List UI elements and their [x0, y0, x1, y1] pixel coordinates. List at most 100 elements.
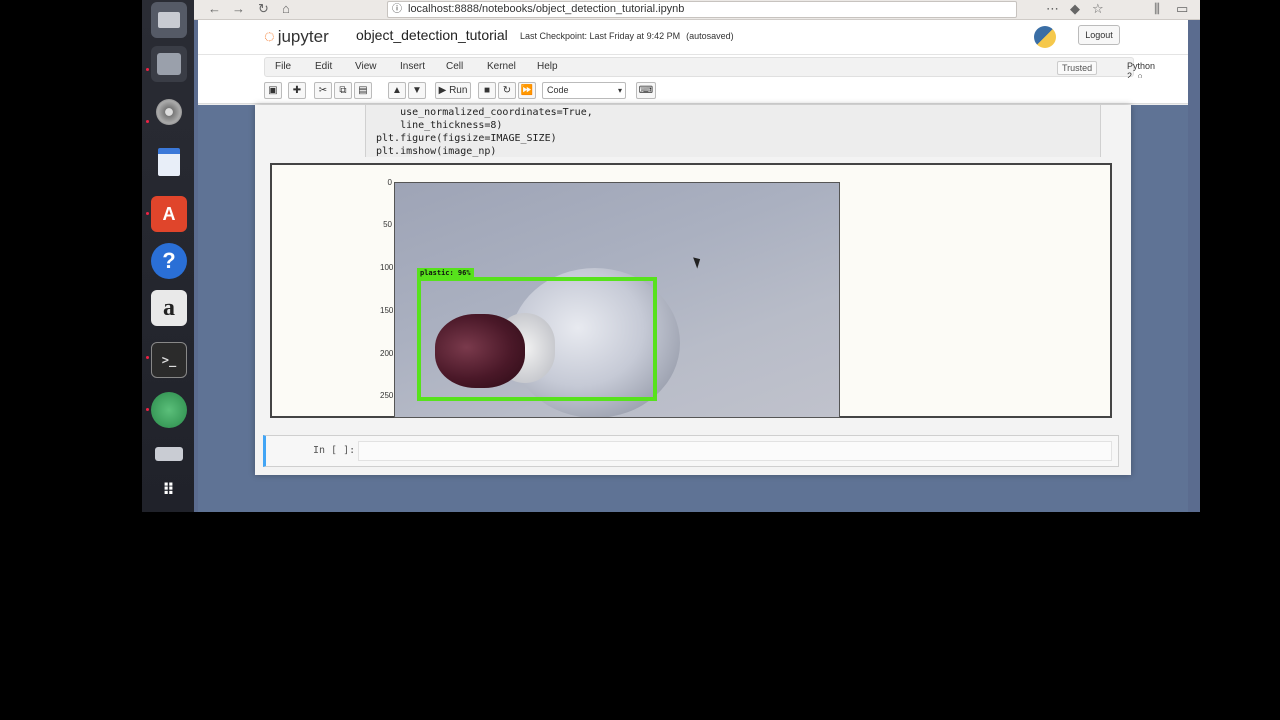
- restart-run-all-button[interactable]: ⏩: [518, 82, 536, 99]
- page-actions-icon[interactable]: ⋯: [1046, 1, 1059, 17]
- apps-grid-icon[interactable]: ⠿: [151, 472, 187, 508]
- menu-insert[interactable]: Insert: [400, 61, 425, 72]
- bookmark-star-icon[interactable]: ☆: [1092, 1, 1104, 17]
- browser-toolbar: ← → ↻ ⌂ ⓘ localhost:8888/notebooks/objec…: [194, 0, 1200, 20]
- detection-bounding-box: [417, 277, 657, 401]
- menubar: File Edit View Insert Cell Kernel Help T…: [198, 54, 1188, 81]
- code-cell[interactable]: use_normalized_coordinates=True, line_th…: [265, 105, 1101, 157]
- run-button[interactable]: ▶︎ Run: [435, 82, 471, 99]
- menubar-inner: File Edit View Insert Cell Kernel Help T…: [264, 57, 1155, 81]
- terminal-icon[interactable]: >_: [151, 342, 187, 378]
- disk-icon[interactable]: [151, 94, 187, 130]
- menu-kernel[interactable]: Kernel: [487, 61, 516, 72]
- files-icon[interactable]: [151, 2, 187, 38]
- detection-plot: 0 50 100 150 200 250 plastic: 96%: [380, 178, 840, 418]
- trusted-badge[interactable]: Trusted: [1057, 61, 1098, 75]
- stop-icon: ■: [483, 85, 491, 96]
- y-tick-label: 250: [380, 391, 394, 400]
- code-line: use_normalized_coordinates=True,: [376, 107, 593, 118]
- jupyter-swirl-icon: ◌: [264, 26, 275, 46]
- jupyter-logo[interactable]: ◌ jupyter: [264, 26, 329, 47]
- y-tick-label: 50: [383, 220, 392, 229]
- y-tick-label: 0: [387, 178, 392, 187]
- active-pip: [146, 68, 149, 71]
- cut-button[interactable]: ✂: [314, 82, 332, 99]
- forward-icon[interactable]: →: [232, 1, 245, 16]
- jupyter-header: ◌ jupyter object_detection_tutorial Last …: [198, 20, 1188, 54]
- notebook-name[interactable]: object_detection_tutorial: [356, 27, 508, 43]
- y-tick-label: 150: [380, 306, 394, 315]
- restart-button[interactable]: ↻: [498, 82, 516, 99]
- run-label: Run: [449, 85, 468, 96]
- autosaved-text: (autosaved): [686, 31, 734, 41]
- document-icon[interactable]: [151, 144, 187, 180]
- run-icon: ▶︎: [438, 85, 447, 96]
- code-editor[interactable]: use_normalized_coordinates=True, line_th…: [365, 105, 1101, 157]
- amazon-icon[interactable]: a: [151, 290, 187, 326]
- paste-icon: ▤: [358, 85, 368, 96]
- jupyter-logo-text: jupyter: [277, 27, 329, 46]
- globe-icon[interactable]: [151, 392, 187, 428]
- info-icon: ⓘ: [392, 4, 402, 15]
- move-down-button[interactable]: ▼: [408, 82, 426, 99]
- save-button[interactable]: ▣: [264, 82, 282, 99]
- menu-file[interactable]: File: [275, 61, 291, 72]
- menu-help[interactable]: Help: [537, 61, 558, 72]
- url-bar[interactable]: ⓘ localhost:8888/notebooks/object_detect…: [387, 1, 1017, 18]
- detection-label: plastic: 96%: [417, 268, 474, 278]
- cell-type-value: Code: [547, 85, 569, 95]
- paste-button[interactable]: ▤: [354, 82, 372, 99]
- empty-input-cell[interactable]: In [ ]:: [263, 435, 1119, 467]
- reload-icon[interactable]: ↻: [258, 1, 269, 17]
- home-icon[interactable]: ⌂: [282, 1, 290, 16]
- y-tick-label: 100: [380, 263, 394, 272]
- fast-forward-icon: ⏩: [520, 85, 534, 96]
- mouse-cursor-icon: [693, 255, 703, 269]
- keyboard-icon: ⌨: [638, 85, 654, 96]
- monitor-screen: A ? a >_ ⠿ ← → ↻ ⌂ ⓘ localhost:8888/note…: [142, 0, 1200, 512]
- sidebar-icon[interactable]: ▭: [1176, 1, 1188, 17]
- active-pip: [146, 408, 149, 411]
- menu-edit[interactable]: Edit: [315, 61, 332, 72]
- cell-type-select[interactable]: Code ▾: [542, 82, 626, 99]
- move-up-button[interactable]: ▲: [388, 82, 406, 99]
- library-icon[interactable]: ⫼: [1154, 1, 1160, 17]
- arrow-down-icon: ▼: [412, 85, 422, 96]
- storage-icon[interactable]: [151, 46, 187, 82]
- output-cell: 0 50 100 150 200 250 plastic: 96%: [270, 163, 1112, 418]
- command-palette-button[interactable]: ⌨: [636, 82, 656, 99]
- restart-icon: ↻: [502, 85, 512, 96]
- active-pip: [146, 212, 149, 215]
- code-line: line_thickness=8): [376, 120, 503, 131]
- checkpoint-status: Last Checkpoint: Last Friday at 9:42 PM (…: [520, 31, 734, 41]
- arrow-up-icon: ▲: [392, 85, 402, 96]
- menu-cell[interactable]: Cell: [446, 61, 463, 72]
- software-center-icon[interactable]: A: [151, 196, 187, 232]
- notebook-area: use_normalized_coordinates=True, line_th…: [198, 105, 1188, 512]
- help-icon[interactable]: ?: [151, 243, 187, 279]
- pocket-icon[interactable]: ◆: [1070, 1, 1080, 17]
- detection-image: plastic: 96%: [394, 182, 840, 418]
- jupyter-page: ◌ jupyter object_detection_tutorial Last …: [198, 20, 1188, 512]
- checkpoint-text: Last Checkpoint: Last Friday at 9:42 PM: [520, 31, 681, 41]
- copy-button[interactable]: ⧉: [334, 82, 352, 99]
- insert-cell-button[interactable]: ✚: [288, 82, 306, 99]
- copy-icon: ⧉: [339, 85, 347, 96]
- interrupt-button[interactable]: ■: [478, 82, 496, 99]
- back-icon[interactable]: ←: [208, 1, 221, 16]
- active-pip: [146, 356, 149, 359]
- cell-input-area[interactable]: [358, 441, 1112, 461]
- y-tick-label: 200: [380, 349, 394, 358]
- plus-icon: ✚: [292, 85, 302, 96]
- chevron-down-icon: ▾: [617, 86, 622, 95]
- notebook-container: use_normalized_coordinates=True, line_th…: [255, 105, 1131, 475]
- active-pip: [146, 120, 149, 123]
- code-line: plt.figure(figsize=IMAGE_SIZE): [376, 133, 557, 144]
- logout-button[interactable]: Logout: [1078, 25, 1120, 45]
- save-icon: ▣: [268, 85, 278, 96]
- url-text: localhost:8888/notebooks/object_detectio…: [408, 3, 685, 15]
- menu-view[interactable]: View: [355, 61, 377, 72]
- input-prompt: In [ ]:: [313, 445, 356, 456]
- code-line: plt.imshow(image_np): [376, 146, 497, 157]
- drive-icon[interactable]: [151, 436, 187, 472]
